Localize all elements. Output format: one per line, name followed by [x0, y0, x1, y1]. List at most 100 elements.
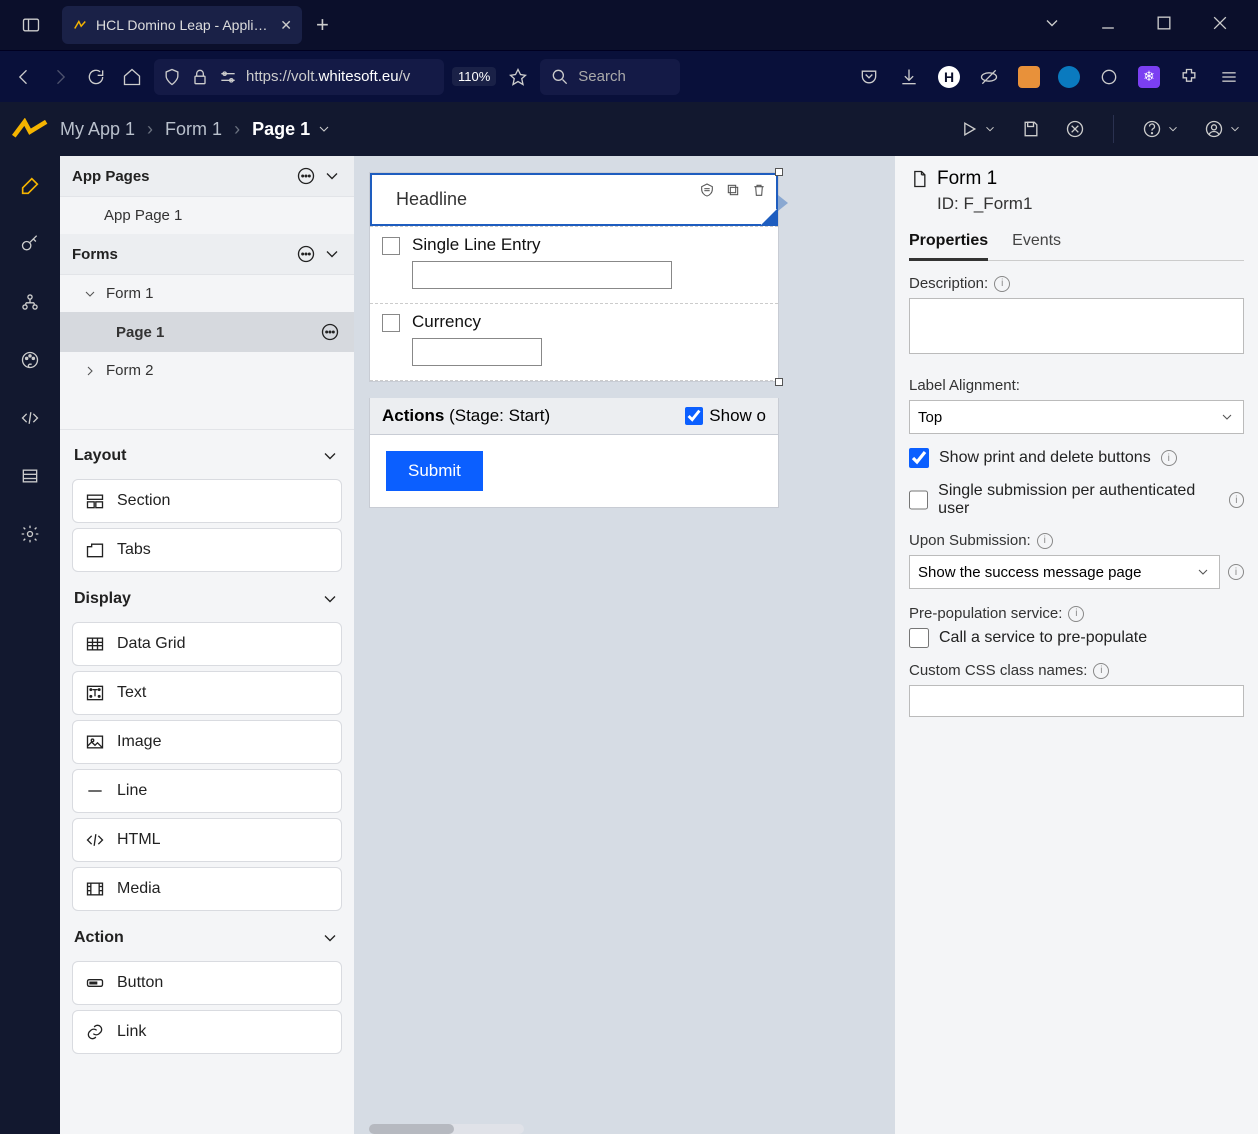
tree-page-1[interactable]: Page 1 — [60, 312, 354, 352]
info-icon[interactable]: i — [1037, 533, 1053, 549]
info-icon[interactable]: i — [994, 276, 1010, 292]
user-button[interactable] — [1204, 119, 1242, 139]
headline-widget[interactable]: Headline — [370, 173, 778, 226]
rail-style-icon[interactable] — [10, 340, 50, 380]
palette-html[interactable]: HTML — [72, 818, 342, 862]
call-service-checkbox[interactable] — [909, 628, 929, 648]
palette-layout-head[interactable]: Layout — [60, 434, 354, 474]
ext-snowflake-icon[interactable]: ❄ — [1138, 66, 1160, 88]
widget-copy-icon[interactable] — [722, 179, 744, 201]
ext-h-icon[interactable]: H — [938, 66, 960, 88]
run-button[interactable] — [959, 119, 997, 139]
horizontal-scrollbar[interactable] — [369, 1124, 524, 1134]
rail-design-icon[interactable] — [10, 166, 50, 206]
info-icon[interactable]: i — [1228, 564, 1244, 580]
pocket-icon[interactable] — [858, 66, 880, 88]
tab-close-icon[interactable]: ✕ — [280, 17, 292, 34]
tree-form-1[interactable]: Form 1 — [60, 275, 354, 312]
sidebar-toggle-icon[interactable] — [6, 15, 56, 35]
single-submission-checkbox[interactable] — [909, 490, 928, 510]
palette-display-head[interactable]: Display — [60, 577, 354, 617]
dots-icon[interactable] — [296, 166, 316, 186]
show-checkbox[interactable] — [685, 407, 703, 425]
palette-image[interactable]: Image — [72, 720, 342, 764]
palette-line[interactable]: Line — [72, 769, 342, 813]
tree-form-2[interactable]: Form 2 — [60, 352, 354, 389]
submit-button[interactable]: Submit — [386, 451, 483, 491]
palette-link[interactable]: Link — [72, 1010, 342, 1054]
new-tab-button[interactable]: + — [308, 12, 337, 38]
rail-access-icon[interactable] — [10, 224, 50, 264]
app-menu-icon[interactable] — [1218, 66, 1240, 88]
currency-input[interactable] — [412, 338, 542, 366]
ext-eye-icon[interactable] — [978, 66, 1000, 88]
breadcrumb-page[interactable]: Page 1 — [252, 119, 310, 140]
palette-action-head[interactable]: Action — [60, 916, 354, 956]
chevron-down-icon[interactable] — [322, 166, 342, 186]
bookmark-star-icon[interactable] — [504, 63, 532, 91]
dots-icon[interactable] — [296, 244, 316, 264]
description-input[interactable] — [909, 298, 1244, 354]
palette-section[interactable]: Section — [72, 479, 342, 523]
css-names-input[interactable] — [909, 685, 1244, 717]
label-align-select[interactable]: Top — [909, 400, 1244, 434]
rail-workflow-icon[interactable] — [10, 282, 50, 322]
ext-blue-icon[interactable] — [1058, 66, 1080, 88]
extensions-icon[interactable] — [1178, 66, 1200, 88]
widget-settings-icon[interactable] — [696, 179, 718, 201]
info-icon[interactable]: i — [1161, 450, 1177, 466]
browser-search-field[interactable]: Search — [540, 59, 680, 95]
nav-reload-icon[interactable] — [82, 63, 110, 91]
breadcrumb-form[interactable]: Form 1 — [165, 119, 222, 140]
info-icon[interactable]: i — [1229, 492, 1244, 508]
ext-metamask-icon[interactable] — [1018, 66, 1040, 88]
nav-forward-icon[interactable] — [46, 63, 74, 91]
palette-tabs[interactable]: Tabs — [72, 528, 342, 572]
window-maximize-icon[interactable] — [1148, 9, 1180, 42]
required-checkbox[interactable] — [382, 314, 400, 332]
rail-code-icon[interactable] — [10, 398, 50, 438]
form-canvas[interactable]: Headline Single Line Entry — [369, 172, 779, 382]
breadcrumb-app[interactable]: My App 1 — [60, 119, 135, 140]
tab-properties[interactable]: Properties — [909, 224, 988, 261]
outline-forms-header[interactable]: Forms — [60, 234, 354, 275]
ext-globe-icon[interactable] — [1098, 66, 1120, 88]
info-icon[interactable]: i — [1093, 663, 1109, 679]
tabs-dropdown-icon[interactable] — [1036, 9, 1068, 42]
close-button[interactable] — [1065, 119, 1085, 139]
single-line-widget[interactable]: Single Line Entry — [370, 226, 778, 304]
info-icon[interactable]: i — [1068, 606, 1084, 622]
downloads-icon[interactable] — [898, 66, 920, 88]
palette-button[interactable]: Button — [72, 961, 342, 1005]
outline-app-pages-header[interactable]: App Pages — [60, 156, 354, 197]
resize-handle[interactable] — [775, 378, 783, 386]
dots-icon[interactable] — [320, 322, 340, 342]
insert-arrow-icon[interactable] — [778, 195, 788, 211]
required-checkbox[interactable] — [382, 237, 400, 255]
tree-app-page-1[interactable]: App Page 1 — [60, 197, 354, 234]
rail-data-icon[interactable] — [10, 456, 50, 496]
browser-tab[interactable]: HCL Domino Leap - Application ✕ — [62, 6, 302, 44]
nav-back-icon[interactable] — [10, 63, 38, 91]
app-logo-icon[interactable] — [0, 102, 60, 156]
zoom-badge[interactable]: 110% — [452, 67, 496, 86]
chevron-down-icon[interactable] — [322, 244, 342, 264]
help-button[interactable] — [1142, 119, 1180, 139]
resize-handle[interactable] — [775, 168, 783, 176]
palette-text[interactable]: Text — [72, 671, 342, 715]
currency-widget[interactable]: Currency — [370, 304, 778, 381]
chevron-down-icon[interactable] — [316, 121, 332, 137]
single-line-input[interactable] — [412, 261, 672, 289]
window-close-icon[interactable] — [1204, 9, 1236, 42]
palette-media[interactable]: Media — [72, 867, 342, 911]
widget-delete-icon[interactable] — [748, 179, 770, 201]
upon-submission-select[interactable]: Show the success message page — [909, 555, 1220, 589]
url-field[interactable]: https://volt.whitesoft.eu/v — [154, 59, 444, 95]
resize-handle[interactable] — [761, 209, 777, 225]
tab-events[interactable]: Events — [1012, 224, 1061, 260]
show-print-checkbox[interactable] — [909, 448, 929, 468]
window-minimize-icon[interactable] — [1092, 9, 1124, 42]
rail-settings-icon[interactable] — [10, 514, 50, 554]
save-button[interactable] — [1021, 119, 1041, 139]
palette-data-grid[interactable]: Data Grid — [72, 622, 342, 666]
